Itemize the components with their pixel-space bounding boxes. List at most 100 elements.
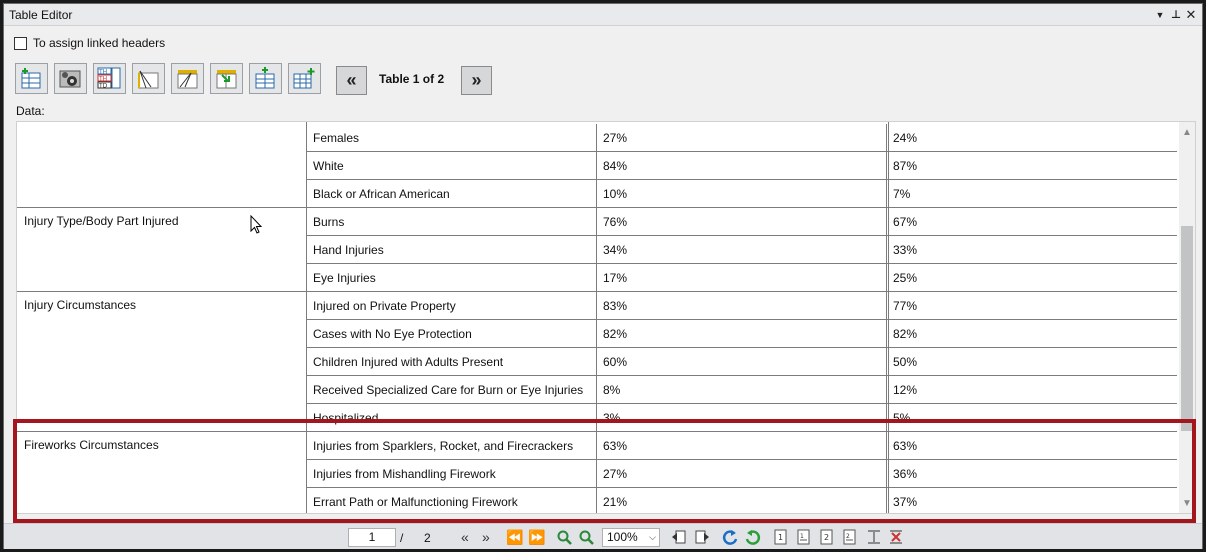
value-cell[interactable]: 82% (886, 320, 1176, 348)
row-label-cell[interactable]: Injured on Private Property (307, 292, 596, 320)
scroll-down-icon[interactable]: ▼ (1180, 497, 1194, 511)
group-label-cell[interactable]: Injury Circumstances (17, 292, 307, 432)
value-cell[interactable]: 87% (886, 152, 1176, 180)
fit-width-icon[interactable] (889, 529, 903, 545)
rotate-left-icon[interactable] (721, 529, 739, 547)
row-label-cell[interactable]: Injuries from Mishandling Firework (307, 460, 596, 488)
table-row[interactable]: Received Specialized Care for Burn or Ey… (307, 376, 1177, 404)
row-label-cell[interactable]: Eye Injuries (307, 264, 596, 292)
table-row[interactable]: Injuries from Sparklers, Rocket, and Fir… (307, 432, 1177, 460)
value-cell[interactable]: 84% (596, 152, 886, 180)
close-icon[interactable]: ✕ (1184, 8, 1198, 22)
rotate-right-icon[interactable] (744, 529, 762, 547)
value-cell[interactable]: 77% (886, 292, 1176, 320)
insert-row-button[interactable] (15, 62, 48, 94)
row-label-cell[interactable]: Children Injured with Adults Present (307, 348, 596, 376)
value-cell[interactable]: 33% (886, 236, 1176, 264)
row-label-cell[interactable]: Injuries from Sparklers, Rocket, and Fir… (307, 432, 596, 460)
last-page-icon[interactable]: » (482, 529, 490, 545)
zoom-out-icon[interactable] (578, 529, 596, 545)
first-page-icon[interactable]: « (461, 529, 469, 545)
next-table-button[interactable]: » (461, 66, 492, 95)
table-row[interactable]: Errant Path or Malfunctioning Firework 21… (307, 488, 1177, 513)
value-cell[interactable]: 63% (596, 432, 886, 460)
table-row[interactable]: Hand Injuries 34% 33% (307, 236, 1177, 264)
row-label-cell[interactable]: Hand Injuries (307, 236, 596, 264)
zoom-select[interactable]: 100% ⌵ (602, 528, 660, 547)
row-label-cell[interactable]: Cases with No Eye Protection (307, 320, 596, 348)
value-cell[interactable]: 76% (596, 208, 886, 236)
row-label-cell[interactable]: Hospitalized (307, 404, 596, 432)
group-label-cell[interactable]: Fireworks Circumstances (17, 432, 307, 513)
mouse-cursor-icon (250, 215, 263, 234)
value-cell[interactable]: 3% (596, 404, 886, 432)
export-left-icon[interactable] (671, 529, 687, 545)
value-cell[interactable]: 7% (886, 180, 1176, 208)
table-row[interactable]: Females 27% 24% (307, 124, 1177, 152)
continuous-page-icon[interactable]: 1 (797, 529, 811, 545)
merge-cells-button[interactable] (210, 62, 243, 94)
next-page-icon[interactable]: ⏩ (528, 529, 545, 545)
value-cell[interactable]: 5% (886, 404, 1176, 432)
table-settings-button[interactable] (54, 62, 87, 94)
header-types-button[interactable]: TH TH TD (93, 62, 126, 94)
export-right-icon[interactable] (694, 529, 710, 545)
value-cell[interactable]: 24% (886, 124, 1176, 152)
add-column-button[interactable] (288, 62, 321, 94)
row-label-cell[interactable]: Received Specialized Care for Burn or Ey… (307, 376, 596, 404)
value-cell[interactable]: 21% (596, 488, 886, 513)
two-page-icon[interactable]: 2 (820, 529, 834, 545)
value-cell[interactable]: 27% (596, 124, 886, 152)
table-row[interactable]: Children Injured with Adults Present 60% 5… (307, 348, 1177, 376)
value-cell[interactable]: 10% (596, 180, 886, 208)
header-types-icon: TH TH TD (97, 67, 121, 89)
table-row[interactable]: Eye Injuries 17% 25% (307, 264, 1177, 292)
value-cell[interactable]: 36% (886, 460, 1176, 488)
previous-table-button[interactable]: « (336, 66, 367, 95)
value-cell[interactable]: 60% (596, 348, 886, 376)
value-cell[interactable]: 63% (886, 432, 1176, 460)
value-cell[interactable]: 17% (596, 264, 886, 292)
group-label-cell[interactable] (17, 124, 307, 208)
row-label-cell[interactable]: Black or African American (307, 180, 596, 208)
table-row[interactable]: White 84% 87% (307, 152, 1177, 180)
value-cell[interactable]: 8% (596, 376, 886, 404)
fit-height-icon[interactable] (867, 529, 881, 545)
diagonal-header-button[interactable] (171, 62, 204, 94)
vertical-scrollbar[interactable]: ▲ ▼ (1179, 122, 1195, 513)
split-cell-icon (138, 70, 159, 88)
split-cell-button[interactable] (132, 62, 165, 94)
value-cell[interactable]: 50% (886, 348, 1176, 376)
pin-icon[interactable]: ⊥ (1169, 8, 1183, 22)
row-label-cell[interactable]: Errant Path or Malfunctioning Firework (307, 488, 596, 513)
zoom-in-icon[interactable] (556, 529, 574, 545)
table-row[interactable]: Burns 76% 67% (307, 208, 1177, 236)
add-row-button[interactable] (249, 62, 282, 94)
linked-headers-option[interactable]: To assign linked headers (14, 35, 165, 51)
scroll-thumb[interactable] (1181, 226, 1193, 431)
window-menu-icon[interactable]: ▼ (1153, 8, 1167, 22)
value-cell[interactable]: 34% (596, 236, 886, 264)
table-row[interactable]: Cases with No Eye Protection 82% 82% (307, 320, 1177, 348)
two-page-continuous-icon[interactable]: 2 (843, 529, 857, 545)
row-label-cell[interactable]: Burns (307, 208, 596, 236)
linked-headers-checkbox[interactable] (14, 36, 27, 50)
value-cell[interactable]: 27% (596, 460, 886, 488)
value-cell[interactable]: 12% (886, 376, 1176, 404)
table-row[interactable]: Black or African American 10% 7% (307, 180, 1177, 208)
table-row[interactable]: Injured on Private Property 83% 77% (307, 292, 1177, 320)
single-page-icon[interactable]: 1 (774, 529, 788, 545)
value-cell[interactable]: 82% (596, 320, 886, 348)
page-number-input[interactable]: 1 (348, 528, 396, 547)
row-label-cell[interactable]: Females (307, 124, 596, 152)
value-cell[interactable]: 83% (596, 292, 886, 320)
table-row[interactable]: Injuries from Mishandling Firework 27% 36% (307, 460, 1177, 488)
table-grid[interactable]: Females 27% 24% White 84% 87% Black or African… (16, 121, 1196, 514)
value-cell[interactable]: 25% (886, 264, 1176, 292)
value-cell[interactable]: 37% (886, 488, 1176, 513)
scroll-up-icon[interactable]: ▲ (1180, 126, 1194, 140)
value-cell[interactable]: 67% (886, 208, 1176, 236)
table-row[interactable]: Hospitalized 3% 5% (307, 404, 1177, 432)
previous-page-icon[interactable]: ⏪ (506, 529, 523, 545)
row-label-cell[interactable]: White (307, 152, 596, 180)
